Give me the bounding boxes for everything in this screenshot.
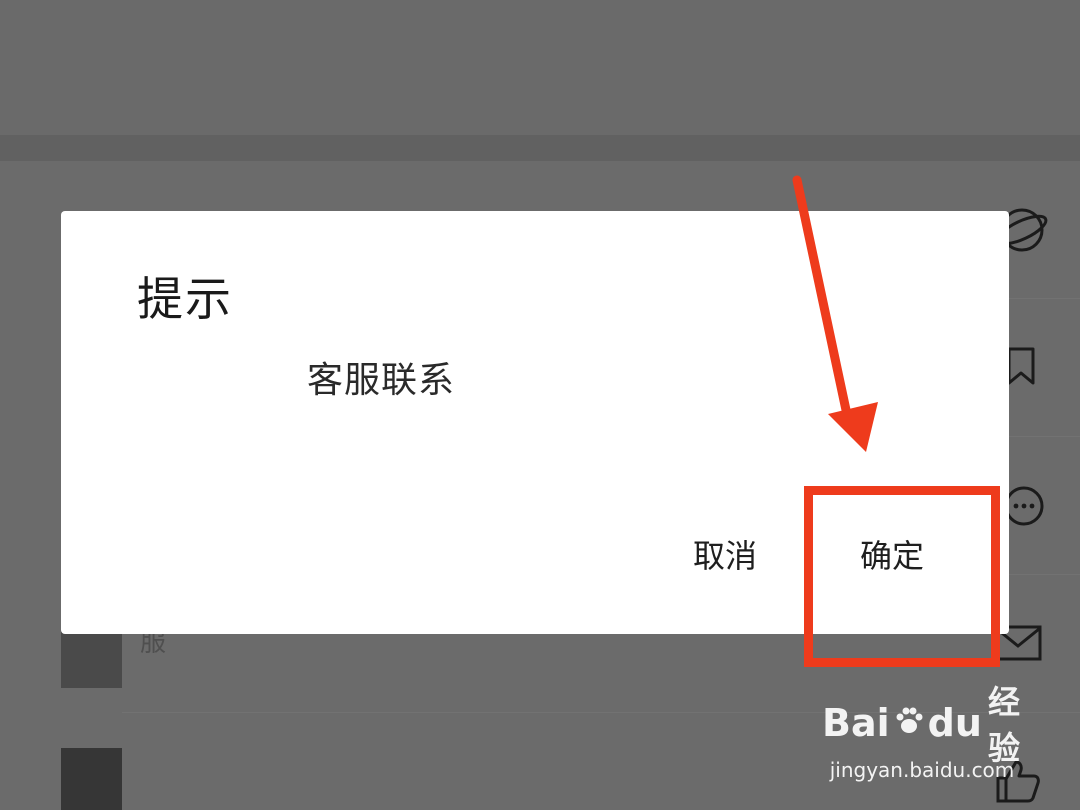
- background-avatar: [61, 748, 122, 810]
- screen: 服 提示 客服联系 取消 确定 Bai du 经验 jingyan.baidu.…: [0, 0, 1080, 810]
- bookmark-icon: [1006, 346, 1036, 386]
- watermark-logo-left: Bai: [822, 701, 890, 745]
- baidu-watermark: Bai du 经验 jingyan.baidu.com: [822, 683, 1022, 790]
- paw-icon: [894, 701, 924, 745]
- dialog-message: 客服联系: [307, 360, 456, 401]
- watermark-logo-right: du: [927, 701, 982, 745]
- watermark-url: jingyan.baidu.com: [829, 758, 1015, 782]
- watermark-logo-cn: 经验: [987, 683, 1020, 767]
- annotation-highlight-box: [804, 486, 1000, 667]
- watermark-logo: Bai du 经验: [822, 683, 1022, 767]
- dialog-title: 提示: [137, 272, 233, 326]
- cancel-button[interactable]: 取消: [693, 531, 757, 577]
- background-separator: [0, 135, 1080, 161]
- background-header: [0, 0, 1080, 135]
